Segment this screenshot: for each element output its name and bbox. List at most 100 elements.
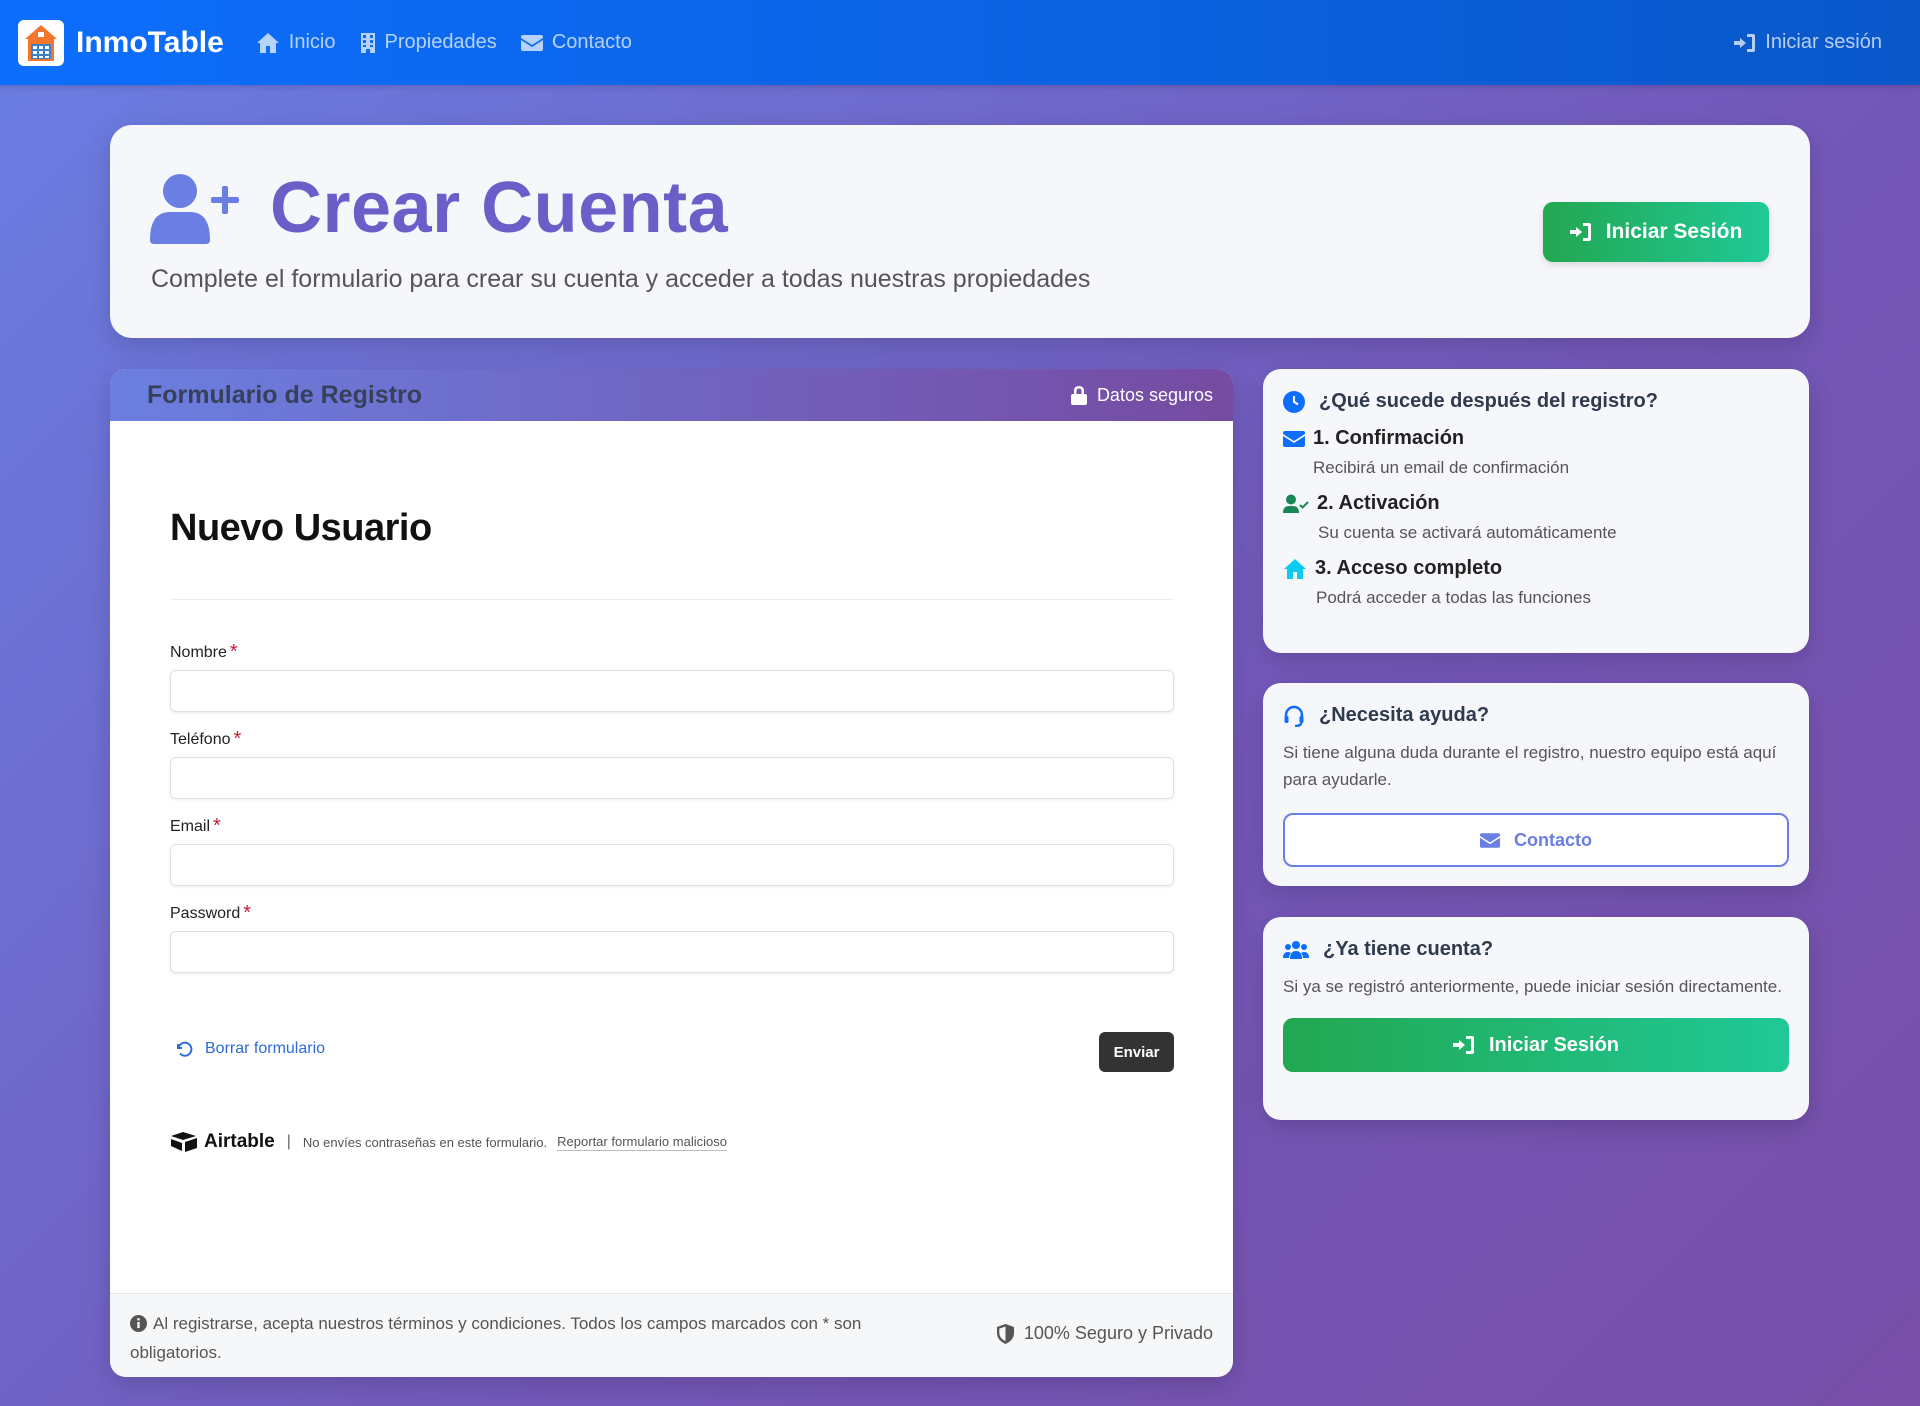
help-title: ¿Necesita ayuda? [1283, 704, 1789, 727]
required-mark: * [229, 641, 238, 663]
nav-link-contacto[interactable]: Contacto [520, 31, 632, 54]
building-icon [360, 32, 375, 53]
nav-login-label: Iniciar sesión [1765, 31, 1882, 53]
form-card-title: Formulario de Registro [147, 380, 423, 409]
telefono-label: Teléfono * [170, 728, 241, 751]
field-label-text: Email [170, 818, 211, 835]
step-title-text: 1. Confirmación [1313, 427, 1465, 449]
required-mark: * [233, 728, 242, 750]
contact-button[interactable]: Contacto [1283, 813, 1789, 867]
submit-button[interactable]: Enviar [1099, 1032, 1174, 1072]
step-title: 3. Acceso completo [1283, 557, 1789, 580]
help-card: ¿Necesita ayuda? Si tiene alguna duda du… [1263, 683, 1809, 886]
nav-login-link[interactable]: Iniciar sesión [1734, 31, 1882, 54]
form-body: Nuevo Usuario Nombre * Teléfono * Email * P… [110, 421, 1233, 1293]
nav-link-label: Inicio [288, 31, 336, 53]
nombre-field[interactable] [170, 670, 1174, 712]
form-card-header: Formulario de Registro Datos seguros [110, 369, 1233, 421]
airtable-footer: Airtable | No envíes contraseñas en este… [170, 1131, 727, 1153]
step-title: 1. Confirmación [1283, 427, 1789, 450]
header-title: Crear Cuenta [150, 167, 728, 249]
contact-button-label: Contacto [1514, 829, 1592, 850]
sign-in-icon [1734, 33, 1756, 52]
nav-link-inicio[interactable]: Inicio [256, 31, 336, 54]
password-field[interactable] [170, 931, 1174, 973]
nav-link-propiedades[interactable]: Propiedades [360, 31, 497, 54]
airtable-brand-name: Airtable [204, 1131, 275, 1152]
brand-logo-icon [18, 19, 64, 66]
report-form-link[interactable]: Reportar formulario malicioso [557, 1134, 727, 1151]
required-mark: * [243, 902, 252, 924]
page-title: Crear Cuenta [270, 168, 729, 248]
undo-icon [177, 1041, 193, 1057]
brand[interactable]: InmoTable [18, 19, 224, 66]
step-desc: Su cuenta se activará automáticamente [1318, 523, 1617, 542]
header-card: Crear Cuenta Complete el formulario para… [110, 125, 1810, 338]
terms-note: Al registrarse, acepta nuestros términos… [130, 1309, 890, 1377]
divider [170, 599, 1174, 600]
step-desc: Recibirá un email de confirmación [1313, 458, 1570, 477]
field-label-text: Password [170, 905, 241, 922]
user-check-icon [1283, 494, 1309, 513]
help-text: Si tiene alguna duda durante el registro… [1283, 743, 1777, 789]
registration-form-card: Formulario de Registro Datos seguros Nue… [110, 369, 1233, 1377]
sidebar-login-label: Iniciar Sesión [1488, 1033, 1620, 1056]
brand-name: InmoTable [76, 25, 224, 59]
step-title: 2. Activación [1283, 492, 1789, 515]
page-subtitle: Complete el formulario para crear su cue… [151, 265, 1091, 293]
secure-badge: Datos seguros [1070, 384, 1213, 406]
field-label-text: Teléfono [170, 731, 231, 748]
airtable-logo[interactable]: Airtable [170, 1131, 275, 1153]
navbar: InmoTable Inicio Propiedades Contacto In… [0, 0, 1920, 85]
telefono-field[interactable] [170, 757, 1174, 799]
account-card: ¿Ya tiene cuenta? Si ya se registró ante… [1263, 917, 1809, 1120]
info-icon [130, 1315, 147, 1332]
header-login-label: Iniciar Sesión [1605, 220, 1743, 243]
step-activation: 2. Activación Su cuenta se activará auto… [1283, 492, 1789, 543]
terms-note-text: Al registrarse, acepta nuestros términos… [130, 1314, 862, 1362]
account-text: Si ya se registró anteriormente, puede i… [1283, 977, 1782, 996]
email-field[interactable] [170, 844, 1174, 886]
required-mark: * [213, 815, 221, 837]
step-desc: Podrá acceder a todas las funciones [1316, 588, 1592, 607]
step-title-text: 3. Acceso completo [1315, 557, 1503, 579]
field-label-text: Nombre [170, 644, 227, 661]
clock-icon [1283, 390, 1305, 413]
sign-in-icon [1569, 223, 1591, 241]
airtable-note: No envíes contraseñas en este formulario… [302, 1134, 548, 1150]
home-icon [256, 32, 279, 53]
nav-links: Inicio Propiedades Contacto [256, 31, 632, 54]
step-title-text: 2. Activación [1317, 492, 1440, 514]
password-label: Password * [170, 902, 251, 925]
nav-link-label: Contacto [551, 31, 632, 53]
nav-link-label: Propiedades [384, 31, 497, 53]
step-full-access: 3. Acceso completo Podrá acceder a todas… [1283, 557, 1789, 608]
next-steps-title: ¿Qué sucede después del registro? [1283, 390, 1789, 413]
email-label: Email * [170, 815, 221, 838]
footer-secure-label: 100% Seguro y Privado [1023, 1323, 1213, 1343]
shield-icon [996, 1324, 1014, 1344]
header-login-button[interactable]: Iniciar Sesión [1543, 202, 1769, 262]
envelope-icon [520, 34, 543, 51]
next-steps-title-text: ¿Qué sucede después del registro? [1319, 390, 1658, 412]
help-title-text: ¿Necesita ayuda? [1319, 704, 1490, 726]
next-steps-card: ¿Qué sucede después del registro? 1. Con… [1263, 369, 1809, 653]
sidebar-login-button[interactable]: Iniciar Sesión [1283, 1018, 1789, 1072]
envelope-icon [1480, 832, 1500, 848]
home-icon [1284, 558, 1306, 579]
headset-icon [1284, 705, 1304, 727]
footer-secure: 100% Seguro y Privado [996, 1323, 1213, 1377]
nombre-label: Nombre * [170, 641, 238, 664]
form-footer: Al registrarse, acepta nuestros términos… [110, 1293, 1233, 1377]
clear-form-link[interactable]: Borrar formulario [175, 1040, 325, 1058]
step-confirmation: 1. Confirmación Recibirá un email de con… [1283, 427, 1789, 478]
users-icon [1283, 940, 1309, 959]
clear-form-label: Borrar formulario [205, 1040, 326, 1057]
airtable-logo-icon [171, 1132, 197, 1152]
sign-in-icon [1452, 1036, 1474, 1054]
lock-icon [1070, 385, 1087, 405]
secure-badge-label: Datos seguros [1096, 384, 1213, 405]
form-heading: Nuevo Usuario [170, 507, 432, 549]
user-plus-icon [150, 174, 239, 244]
account-title: ¿Ya tiene cuenta? [1283, 938, 1789, 961]
